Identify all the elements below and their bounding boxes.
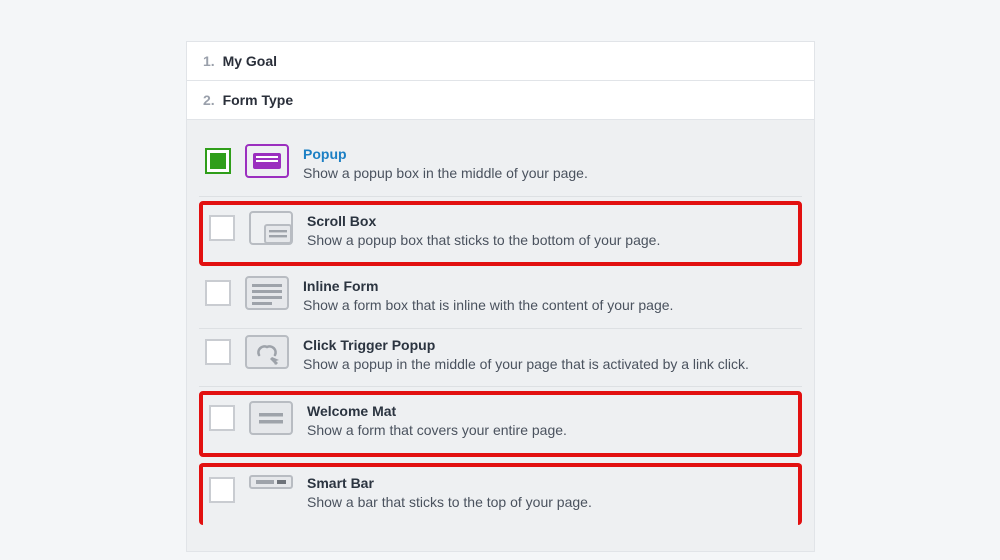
option-checkbox[interactable] bbox=[205, 148, 231, 174]
option-title: Smart Bar bbox=[307, 475, 792, 491]
option-inline-form[interactable]: Inline Form Show a form box that is inli… bbox=[199, 270, 802, 329]
option-smart-bar[interactable]: Smart Bar Show a bar that sticks to the … bbox=[199, 463, 802, 525]
step-form-type[interactable]: 2. Form Type bbox=[187, 81, 814, 120]
option-checkbox[interactable] bbox=[209, 405, 235, 431]
option-desc: Show a popup box in the middle of your p… bbox=[303, 164, 796, 184]
scroll-box-icon bbox=[249, 211, 293, 245]
option-desc: Show a popup in the middle of your page … bbox=[303, 355, 796, 375]
option-title: Inline Form bbox=[303, 278, 796, 294]
step-my-goal[interactable]: 1. My Goal bbox=[187, 42, 814, 81]
option-welcome-mat[interactable]: Welcome Mat Show a form that covers your… bbox=[199, 391, 802, 457]
popup-icon bbox=[245, 144, 289, 178]
option-title: Scroll Box bbox=[307, 213, 792, 229]
option-popup[interactable]: Popup Show a popup box in the middle of … bbox=[199, 138, 802, 197]
option-desc: Show a form that covers your entire page… bbox=[307, 421, 792, 441]
step-label: My Goal bbox=[223, 53, 277, 69]
option-title: Welcome Mat bbox=[307, 403, 792, 419]
click-trigger-icon bbox=[245, 335, 289, 369]
option-desc: Show a popup box that sticks to the bott… bbox=[307, 231, 792, 251]
option-title: Click Trigger Popup bbox=[303, 337, 796, 353]
option-checkbox[interactable] bbox=[205, 280, 231, 306]
option-checkbox[interactable] bbox=[209, 215, 235, 241]
form-wizard-panel: 1. My Goal 2. Form Type Popup Show a pop… bbox=[186, 41, 815, 552]
option-title: Popup bbox=[303, 146, 796, 162]
option-checkbox[interactable] bbox=[205, 339, 231, 365]
welcome-mat-icon bbox=[249, 401, 293, 435]
step-number: 2. bbox=[203, 92, 215, 108]
step-number: 1. bbox=[203, 53, 215, 69]
option-checkbox[interactable] bbox=[209, 477, 235, 503]
option-desc: Show a form box that is inline with the … bbox=[303, 296, 796, 316]
option-scroll-box[interactable]: Scroll Box Show a popup box that sticks … bbox=[199, 201, 802, 267]
option-desc: Show a bar that sticks to the top of you… bbox=[307, 493, 792, 513]
smart-bar-icon bbox=[249, 473, 293, 491]
step-label: Form Type bbox=[223, 92, 294, 108]
form-type-options: Popup Show a popup box in the middle of … bbox=[187, 120, 814, 551]
inline-form-icon bbox=[245, 276, 289, 310]
option-click-trigger[interactable]: Click Trigger Popup Show a popup in the … bbox=[199, 329, 802, 388]
